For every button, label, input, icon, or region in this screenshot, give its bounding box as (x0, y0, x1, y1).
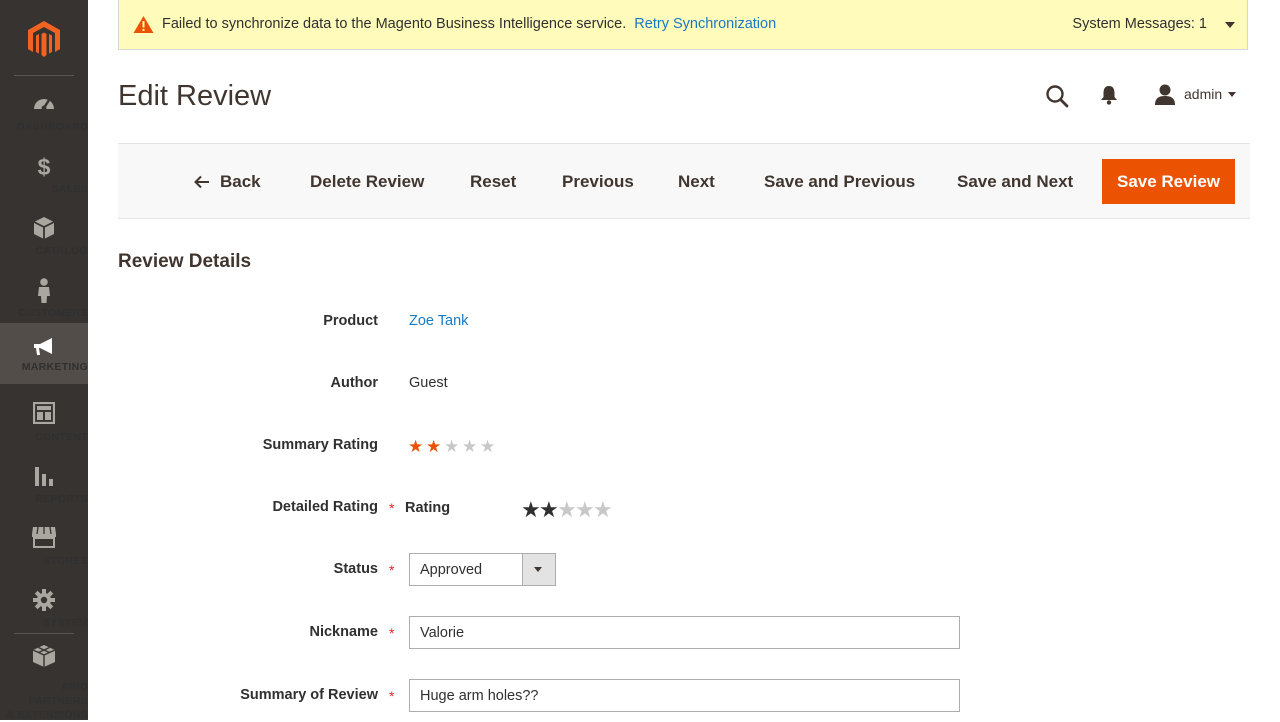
required-asterisk: * (389, 625, 395, 641)
summary-rating-stars: ★ ★ ★ ★ ★ (408, 437, 498, 457)
detailed-rating-star-icon[interactable]: ★ (593, 497, 613, 523)
sidebar-item-label: CUSTOMERS (18, 307, 88, 319)
sidebar-item-label: SYSTEM (43, 617, 88, 629)
person-icon (38, 278, 50, 303)
required-asterisk: * (389, 688, 395, 704)
sidebar-item-sales[interactable]: $ SALES (0, 146, 88, 208)
summary-rating-label: Summary Rating (262, 437, 378, 453)
summary-rating-star-icon: ★ (426, 437, 442, 456)
magento-logo-icon (28, 21, 60, 57)
admin-sidebar: DASHBOARD $ SALES CATALOG CUSTOMERS MARK… (0, 0, 88, 721)
summary-rating-star-icon: ★ (462, 437, 478, 456)
back-button-label: Back (220, 172, 261, 191)
box-icon (33, 217, 55, 239)
gear-icon (33, 589, 55, 611)
admin-user-menu[interactable]: admin (1184, 86, 1222, 102)
system-message-bar: Failed to synchronize data to the Magent… (118, 0, 1248, 50)
system-message-text: Failed to synchronize data to the Magent… (162, 16, 776, 32)
save-and-next-button[interactable]: Save and Next (957, 172, 1073, 192)
sidebar-item-dashboard[interactable]: DASHBOARD (0, 84, 88, 146)
partners-label-line1: FIND PARTNERS (28, 681, 88, 707)
product-label: Product (323, 313, 378, 329)
previous-button[interactable]: Previous (562, 172, 634, 192)
warning-icon (133, 16, 154, 33)
user-icon[interactable] (1154, 84, 1176, 106)
sidebar-item-label: REPORTS (35, 493, 88, 505)
detailed-rating-star-icon[interactable]: ★ (539, 497, 559, 523)
sidebar-item-catalog[interactable]: CATALOG (0, 208, 88, 270)
sidebar-item-label: FIND PARTNERS & EXTENSIONS (0, 680, 88, 722)
magento-logo[interactable] (0, 0, 88, 75)
sidebar-divider (14, 75, 74, 76)
save-review-button[interactable]: Save Review (1102, 159, 1235, 204)
chevron-down-icon (534, 567, 542, 572)
svg-text:$: $ (38, 154, 51, 178)
layout-icon (33, 402, 55, 424)
partners-label-line2: & EXTENSIONS (6, 709, 88, 721)
search-icon[interactable] (1045, 84, 1069, 108)
system-message-body: Failed to synchronize data to the Magent… (162, 16, 627, 32)
summary-of-review-input[interactable] (409, 679, 960, 712)
page-actions-toolbar: Back Delete Review Reset Previous Next S… (118, 143, 1250, 219)
detailed-rating-star-icon[interactable]: ★ (521, 497, 541, 523)
author-value: Guest (409, 375, 448, 391)
back-button[interactable]: Back (194, 172, 261, 192)
detailed-rating-star-icon[interactable]: ★ (575, 497, 595, 523)
sidebar-item-reports[interactable]: REPORTS (0, 456, 88, 518)
storefront-icon (32, 526, 56, 548)
cubes-icon (32, 645, 56, 667)
summary-rating-star-icon: ★ (408, 437, 424, 456)
status-select[interactable]: Approved (409, 553, 556, 586)
summary-of-review-label: Summary of Review (240, 687, 378, 703)
section-title: Review Details (118, 251, 252, 272)
sidebar-item-label: MARKETING (21, 361, 88, 373)
chevron-down-icon[interactable] (1228, 92, 1236, 97)
sidebar-item-stores[interactable]: STORES (0, 518, 88, 580)
sidebar-item-content[interactable]: CONTENT (0, 394, 88, 456)
nickname-label: Nickname (309, 624, 378, 640)
summary-rating-star-icon: ★ (480, 437, 496, 456)
rating-name-label: Rating (405, 500, 451, 516)
dollar-icon: $ (38, 154, 51, 178)
sidebar-item-label: DASHBOARD (17, 121, 88, 133)
select-toggle[interactable] (522, 554, 555, 585)
megaphone-icon (34, 338, 52, 355)
retry-synchronization-link[interactable]: Retry Synchronization (634, 16, 776, 32)
sidebar-divider (14, 633, 74, 634)
required-asterisk: * (389, 500, 395, 516)
page-title: Edit Review (118, 80, 272, 112)
reset-button[interactable]: Reset (470, 172, 516, 192)
sidebar-item-label: STORES (43, 555, 88, 567)
save-and-previous-button[interactable]: Save and Previous (764, 172, 915, 192)
status-label: Status (333, 561, 378, 577)
bell-icon[interactable] (1100, 85, 1118, 105)
sidebar-item-label: SALES (51, 183, 88, 195)
dashboard-gauge-icon (34, 99, 54, 111)
sidebar-item-label: CATALOG (35, 245, 88, 257)
sidebar-item-label: CONTENT (35, 431, 88, 443)
detailed-rating-label: Detailed Rating (272, 499, 378, 515)
detailed-rating-star-icon[interactable]: ★ (557, 497, 577, 523)
bar-chart-icon (35, 467, 53, 486)
system-messages-count[interactable]: System Messages: 1 (1072, 16, 1207, 32)
arrow-left-icon (194, 175, 209, 189)
author-label: Author (330, 375, 378, 391)
sidebar-item-marketing[interactable]: MARKETING (0, 323, 88, 384)
chevron-down-icon[interactable] (1225, 22, 1235, 28)
product-link[interactable]: Zoe Tank (409, 313, 468, 329)
detailed-rating-stars[interactable]: ★★★★★ (521, 497, 613, 523)
nickname-input[interactable] (409, 616, 960, 649)
status-selected-value: Approved (420, 562, 483, 578)
next-button[interactable]: Next (678, 172, 715, 192)
summary-rating-star-icon: ★ (444, 437, 460, 456)
required-asterisk: * (389, 562, 395, 578)
delete-review-button[interactable]: Delete Review (310, 172, 424, 192)
sidebar-item-find-partners[interactable]: FIND PARTNERS & EXTENSIONS (0, 640, 88, 721)
